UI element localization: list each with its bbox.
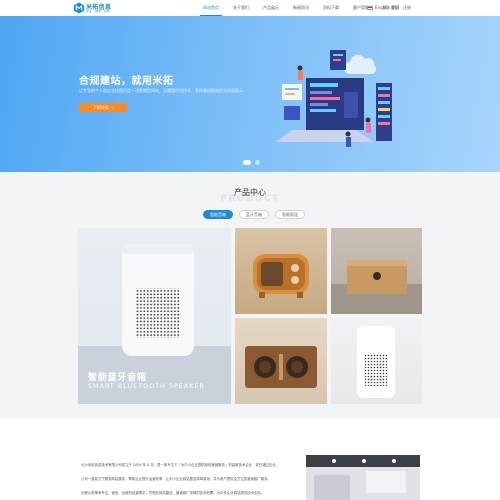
person-figure [365,117,371,133]
floating-panel [284,106,300,120]
product-card[interactable] [331,318,422,404]
retro-radio-speaker-image [253,254,309,298]
flag-icon [367,5,373,10]
about-paragraph: 公司一直致力于服务网站建设，帮助企业提升运营效率，让中小企业网站更加简单易用，并… [81,477,271,481]
about-section: 长沙米拓信息技术有限公司成立于 2009 年 6 月，是一家专注于「为中小企业提… [0,418,500,500]
featured-product-card[interactable]: 智能蓝牙音箱 SMART BLUETOOTH SPEAKER [78,228,231,404]
site-header: 米拓信息 专业 · 诚信 · 创新 网站首页 关于我们 产品展示 新闻资讯 资料… [0,0,500,16]
logo-tagline: 专业 · 诚信 · 创新 [86,9,110,13]
server-rack-icon [376,83,392,141]
learn-more-button[interactable]: 了解详情 → [79,103,127,112]
hero-banner: 合规建站，就用米拓 让专业的个人和企业快速打造一流营销型网站，无需懂任何技术，多… [0,16,500,172]
slider-dots [243,160,260,165]
product-tabs: 智能音箱 蓝牙音箱 智能家居 [203,210,305,219]
language-label: English [375,5,390,10]
about-paragraph: 长期以来秉承专注、诚信、创新的经营理念，凭借在网站建设、营销推广领域的技术积累，… [81,491,265,495]
wooden-box-speaker-image [331,260,422,314]
login-link[interactable]: 登录 [391,5,399,11]
nav-item-downloads[interactable]: 资料下载 [316,0,346,16]
nav-item-home[interactable]: 网站首页 [196,0,226,16]
tab-bluetooth-speaker[interactable]: 蓝牙音箱 [239,210,269,219]
hero-title: 合规建站，就用米拓 [79,76,174,87]
slider-dot[interactable] [243,160,251,165]
slider-dot[interactable] [255,160,260,165]
office-interior-image [306,455,420,500]
tab-smart-home[interactable]: 智能家居 [275,210,305,219]
person-figure [345,131,351,147]
person-figure [297,65,303,80]
hero-subtitle: 让专业的个人和企业快速打造一流营销型网站，无需懂任何技术，多终端适配响应式布局展… [79,88,243,93]
language-switch[interactable]: English [367,5,389,10]
nav-item-news[interactable]: 新闻资讯 [286,0,316,16]
cloud-icon [344,54,377,74]
hero-illustration [276,50,392,147]
featured-product-subtitle: SMART BLUETOOTH SPEAKER [88,382,205,390]
wood-stereo-speaker-image [245,346,317,388]
nav-item-about[interactable]: 关于我们 [226,0,256,16]
product-card[interactable] [331,228,422,314]
white-speaker-image [357,326,395,398]
product-section: PRODUCT 产品中心 智能音箱 蓝牙音箱 智能家居 智能蓝牙音箱 SMART… [0,172,500,418]
section-title: 产品中心 [234,188,266,197]
site-logo[interactable]: 米拓信息 专业 · 诚信 · 创新 [73,2,113,14]
nav-item-products[interactable]: 产品展示 [256,0,286,16]
about-paragraph: 长沙米拓信息技术有限公司成立于 2009 年 6 月，是一家专注于「为中小企业提… [81,463,280,467]
product-card[interactable] [235,318,327,404]
tab-smart-speaker[interactable]: 智能音箱 [203,210,233,219]
logo-m-icon [73,2,85,14]
register-link[interactable]: 注册 [403,5,411,11]
laptop-base [276,130,374,142]
office-photo [306,455,420,500]
product-card[interactable] [235,228,327,314]
floating-panel [282,84,302,100]
